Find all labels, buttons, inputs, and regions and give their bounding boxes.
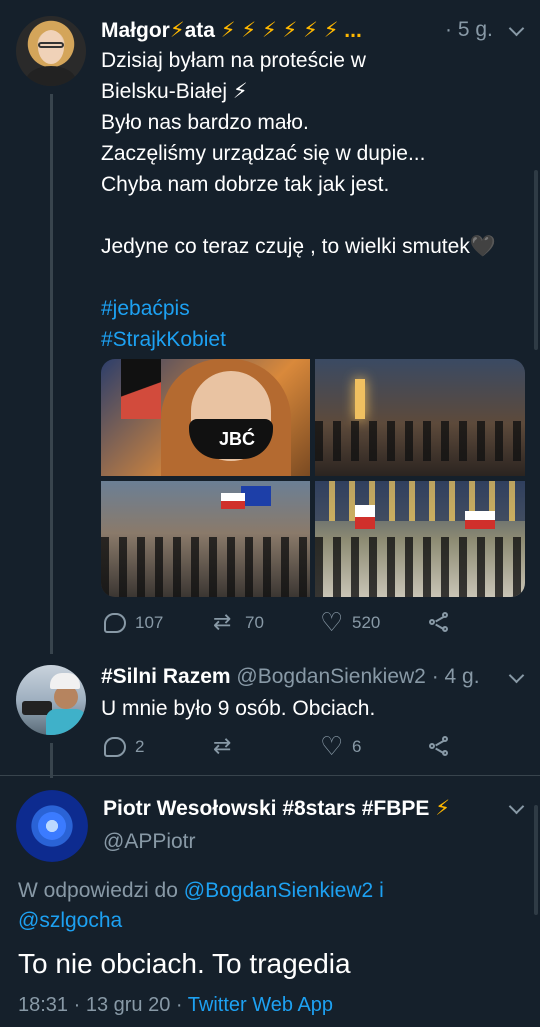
reply-context: W odpowiedzi do @BogdanSienkiew2 i @szlg…: [18, 876, 528, 936]
tweet-text: Dzisiaj byłam na proteście w Bielsku-Bia…: [101, 45, 496, 355]
display-name[interactable]: Piotr Wesołowski #8stars #FBPE: [103, 797, 429, 820]
display-name[interactable]: #Silni Razem: [101, 665, 231, 688]
retweet-button[interactable]: [213, 733, 245, 759]
mention-link[interactable]: @BogdanSienkiew2: [184, 879, 373, 902]
mention-link[interactable]: @szlgocha: [18, 909, 122, 932]
hashtag-link[interactable]: #jebaćpis: [101, 293, 496, 324]
media-grid: JBĆ: [101, 359, 525, 597]
cap-shape: [50, 673, 80, 689]
tweet-line: Bielsku-Białej ⚡: [101, 80, 248, 103]
tweet-source[interactable]: Twitter Web App: [188, 994, 333, 1016]
shirt-shape: [46, 709, 86, 735]
handle[interactable]: @BogdanSienkiew2: [236, 665, 425, 688]
reply-icon: [103, 612, 126, 634]
like-button[interactable]: 6: [320, 731, 362, 762]
like-icon: [320, 731, 343, 762]
tweet-line: Dzisiaj byłam na proteście w: [101, 49, 366, 72]
share-button[interactable]: [429, 612, 461, 634]
crowd: [101, 537, 310, 597]
chevron-down-icon[interactable]: [509, 670, 523, 684]
retweet-button[interactable]: 70: [213, 609, 264, 635]
tweet-text: U mnie było 9 osób. Obciach.: [101, 697, 376, 720]
reply-count: 107: [135, 613, 164, 632]
like-button[interactable]: 520: [320, 607, 381, 638]
avatar-body: [26, 66, 76, 86]
chevron-down-icon[interactable]: [509, 801, 523, 815]
retweet-count: 70: [245, 613, 264, 632]
tweet-header[interactable]: Piotr Wesołowski #8stars #FBPE ⚡: [103, 796, 450, 821]
display-name-suffix[interactable]: ata: [185, 19, 215, 42]
like-icon: [320, 607, 343, 638]
tweet-actions: 2 6: [101, 731, 525, 766]
media-photo-3[interactable]: [101, 481, 310, 597]
tweet-header[interactable]: #Silni Razem @BogdanSienkiew2 · 4 g.: [101, 665, 480, 689]
avatar-glasses: [38, 42, 64, 48]
lightning-icon: ⚡: [169, 19, 185, 42]
tweet-header[interactable]: Małgor⚡ata ⚡ ⚡ ⚡ ⚡ ⚡ ⚡ ...: [101, 18, 362, 43]
tweet-time[interactable]: · 5 g.: [445, 18, 493, 42]
polish-flag: [355, 505, 375, 529]
flag-shape: [121, 359, 161, 419]
crowd: [315, 421, 525, 461]
thread-line-2: [50, 743, 53, 778]
media-photo-4[interactable]: [315, 481, 525, 597]
divider: [0, 775, 540, 776]
avatar-face: [38, 812, 66, 840]
reply-conj: i: [379, 879, 384, 902]
tweet-date[interactable]: · 13 gru 20 ·: [74, 994, 183, 1016]
street-lamp: [355, 379, 365, 419]
tweet-time[interactable]: · 4 g.: [432, 665, 480, 688]
polish-flag: [465, 511, 495, 529]
like-count: 520: [352, 613, 381, 632]
like-count: 6: [352, 737, 362, 756]
reply-icon: [103, 736, 126, 758]
share-icon: [429, 612, 451, 634]
scrollbar[interactable]: [534, 170, 538, 350]
tweet-time[interactable]: 18:31: [18, 994, 68, 1016]
media-photo-2[interactable]: [315, 359, 525, 476]
tweet-line: [101, 200, 496, 231]
scrollbar-lower[interactable]: [534, 805, 538, 915]
tweet-line: Zaczęliśmy urządzać się w dupie...: [101, 142, 426, 165]
media-photo-1[interactable]: JBĆ: [101, 359, 310, 476]
handle[interactable]: @APPiotr: [103, 830, 196, 854]
avatar[interactable]: [16, 665, 86, 735]
avatar[interactable]: [16, 16, 86, 86]
tweet-line: Chyba nam dobrze tak jak jest.: [101, 173, 390, 196]
crowd: [315, 537, 525, 597]
tweet-actions: 107 70 520: [101, 607, 525, 642]
retweet-icon: [213, 733, 235, 759]
hashtag-link[interactable]: #StrajkKobiet: [101, 324, 496, 355]
share-icon: [429, 736, 451, 758]
mask-text: JBĆ: [219, 429, 256, 449]
lightning-icon: ⚡: [435, 797, 450, 820]
thread-line-1: [50, 94, 53, 654]
reply-button[interactable]: 107: [103, 612, 163, 634]
tweet-line: Było nas bardzo mało.: [101, 111, 309, 134]
reply-count: 2: [135, 737, 145, 756]
eu-flag: [241, 486, 271, 506]
polish-flag: [221, 493, 245, 509]
reply-prefix: W odpowiedzi do: [18, 879, 178, 902]
chevron-down-icon[interactable]: [509, 23, 523, 37]
tweet-line: Jedyne co teraz czuję , to wielki smutek…: [101, 235, 496, 258]
share-button[interactable]: [429, 736, 461, 758]
lightning-icons: ⚡ ⚡ ⚡ ⚡ ⚡ ⚡ ...: [220, 19, 362, 42]
reply-button[interactable]: 2: [103, 736, 144, 758]
tweet-text: To nie obciach. To tragedia: [18, 948, 351, 979]
avatar[interactable]: [16, 790, 88, 862]
tweet-meta: 18:31 · 13 gru 20 · Twitter Web App: [18, 990, 333, 1021]
retweet-icon: [213, 609, 235, 635]
display-name[interactable]: Małgor: [101, 19, 170, 42]
